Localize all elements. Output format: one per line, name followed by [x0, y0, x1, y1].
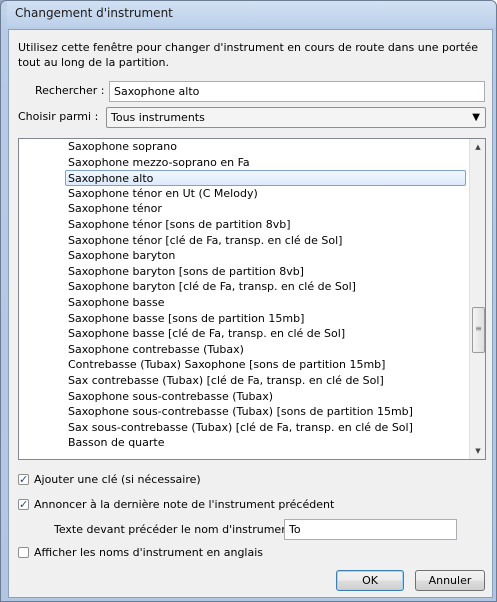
category-select-value: Tous instruments: [111, 111, 205, 124]
scroll-up-arrow-icon[interactable]: ▲: [470, 139, 485, 155]
chevron-down-icon: ▼: [472, 112, 480, 123]
list-item[interactable]: Basson de quarte: [19, 435, 469, 451]
instrument-list-items: Saxophone soprano Saxophone mezzo-soprano…: [19, 139, 469, 451]
list-item[interactable]: Saxophone sous-contrebasse (Tubax) [sons…: [19, 404, 469, 420]
title-bar[interactable]: Changement d'instrument: [7, 1, 496, 27]
dialog-client-area: Utilisez cette fenêtre pour changer d'in…: [8, 29, 493, 598]
list-item[interactable]: Saxophone ténor [clé de Fa, transp. en c…: [19, 233, 469, 249]
list-item[interactable]: Saxophone basse [sons de partition 15mb]: [19, 311, 469, 327]
choose-label: Choisir parmi :: [18, 110, 99, 123]
scroll-down-arrow-icon[interactable]: ▼: [470, 443, 485, 459]
list-scrollbar[interactable]: ▲ ≡ ▼: [469, 139, 485, 459]
list-item[interactable]: Saxophone baryton: [19, 248, 469, 264]
instrument-list[interactable]: Saxophone soprano Saxophone mezzo-soprano…: [18, 138, 486, 460]
announce-checkbox[interactable]: [18, 497, 29, 513]
ok-button[interactable]: OK: [336, 570, 404, 591]
cancel-button[interactable]: Annuler: [415, 570, 485, 591]
list-item[interactable]: Saxophone contrebasse (Tubax): [19, 342, 469, 358]
list-item[interactable]: Sax contrebasse (Tubax) [clé de Fa, tran…: [19, 373, 469, 389]
add-clef-label: Ajouter une clé (si nécessaire): [34, 473, 201, 486]
list-item[interactable]: Contrebasse (Tubax) Saxophone [sons de p…: [19, 357, 469, 373]
add-clef-option[interactable]: Ajouter une clé (si nécessaire): [18, 472, 201, 488]
grip-icon: ≡: [475, 324, 482, 333]
list-item[interactable]: Saxophone soprano: [19, 139, 469, 155]
list-item[interactable]: Saxophone sous-contrebasse (Tubax): [19, 389, 469, 405]
prefix-label: Texte devant précéder le nom d'instrumen…: [54, 523, 300, 536]
intro-text: Utilisez cette fenêtre pour changer d'in…: [18, 41, 479, 69]
add-clef-checkbox[interactable]: [18, 472, 29, 488]
list-item[interactable]: Saxophone basse [clé de Fa, transp. en c…: [19, 326, 469, 342]
english-names-option[interactable]: Afficher les noms d'instrument en anglai…: [18, 545, 263, 561]
search-label: Rechercher :: [35, 84, 105, 97]
window-title: Changement d'instrument: [15, 6, 173, 20]
list-item[interactable]: Saxophone ténor: [19, 201, 469, 217]
category-select[interactable]: Tous instruments ▼: [106, 107, 486, 128]
dialog-window: Changement d'instrument Utilisez cette f…: [0, 0, 497, 602]
list-item[interactable]: Saxophone mezzo-soprano en Fa: [19, 155, 469, 171]
prefix-input[interactable]: [284, 519, 457, 540]
english-names-checkbox[interactable]: [18, 546, 29, 558]
list-item[interactable]: Saxophone baryton [clé de Fa, transp. en…: [19, 279, 469, 295]
list-item[interactable]: Saxophone alto: [65, 170, 466, 186]
list-item[interactable]: Saxophone ténor [sons de partition 8vb]: [19, 217, 469, 233]
list-item[interactable]: Saxophone baryton [sons de partition 8vb…: [19, 264, 469, 280]
list-item[interactable]: Sax sous-contrebasse (Tubax) [clé de Fa,…: [19, 420, 469, 436]
announce-label: Annoncer à la dernière note de l'instrum…: [34, 498, 335, 511]
english-names-label: Afficher les noms d'instrument en anglai…: [34, 546, 264, 559]
announce-option[interactable]: Annoncer à la dernière note de l'instrum…: [18, 497, 334, 513]
search-input[interactable]: [109, 81, 485, 102]
scrollbar-thumb[interactable]: ≡: [472, 307, 485, 353]
list-item[interactable]: Saxophone basse: [19, 295, 469, 311]
list-item[interactable]: Saxophone ténor en Ut (C Melody): [19, 186, 469, 202]
